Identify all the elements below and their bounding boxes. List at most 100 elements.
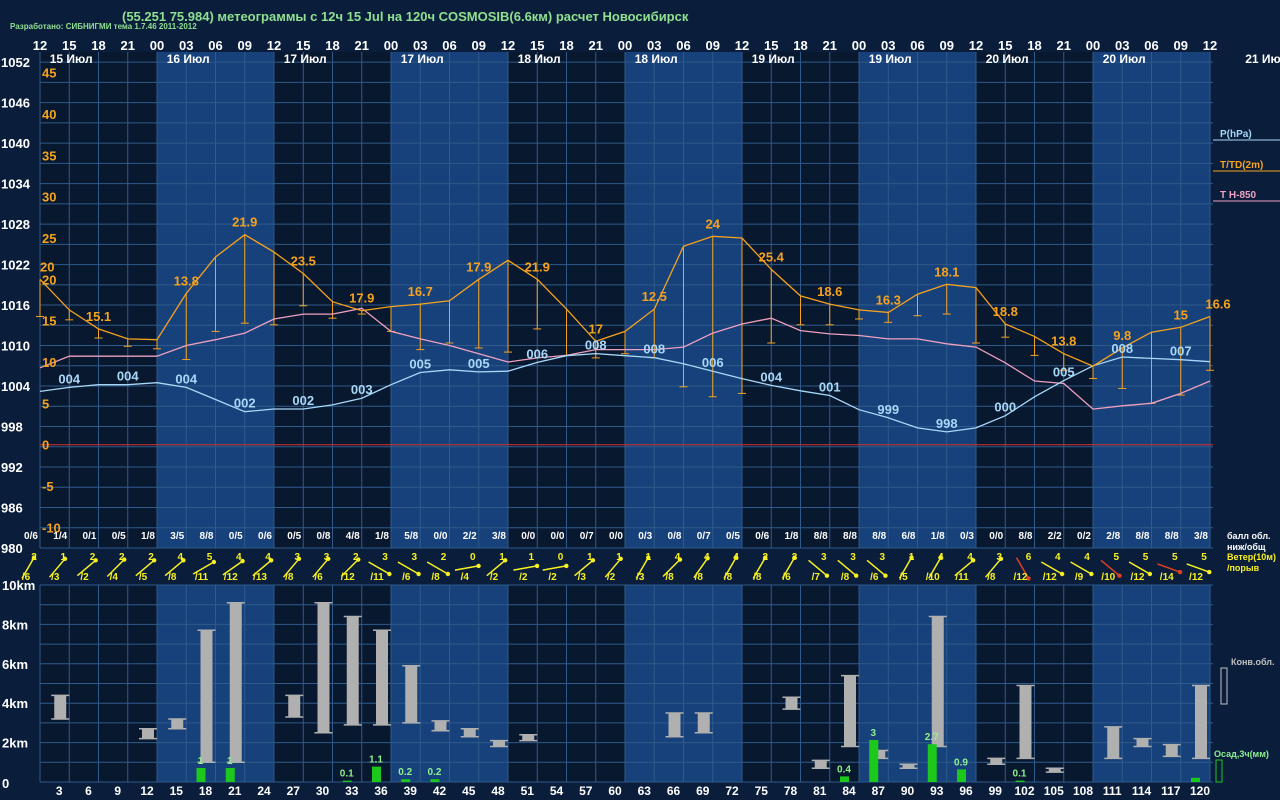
wind-gust-value: /8 bbox=[987, 572, 996, 583]
legend-entry: T H-850 bbox=[1220, 190, 1257, 201]
wind-speed-value: 0 bbox=[470, 552, 476, 563]
hour-tick-label: 09 bbox=[706, 38, 720, 53]
wind-speed-value: 1 bbox=[645, 552, 651, 563]
hour-tick-label: 06 bbox=[910, 38, 924, 53]
wind-gust-value: /8 bbox=[285, 572, 294, 583]
pressure-tick-label: 992 bbox=[1, 460, 23, 475]
wind-gust-value: /11 bbox=[370, 572, 384, 583]
precip-value-label: 0.1 bbox=[340, 769, 354, 780]
hour-axis-label: 90 bbox=[901, 784, 915, 798]
date-label: 18 Июл bbox=[635, 52, 678, 66]
wind-speed-value: 4 bbox=[265, 552, 271, 563]
hour-axis-label: 39 bbox=[404, 784, 418, 798]
wind-gust-value: /2 bbox=[80, 572, 89, 583]
date-label: 18 Июл bbox=[518, 52, 561, 66]
page-title: (55.251 75.984) метеограммы с 12ч 15 Jul… bbox=[122, 9, 689, 24]
wind-speed-value: 1 bbox=[909, 552, 915, 563]
wind-speed-value: 3 bbox=[879, 552, 885, 563]
temperature-value-label: 18.1 bbox=[934, 264, 959, 279]
convective-cloud-bar bbox=[493, 740, 505, 747]
temperature-value-label: 17.9 bbox=[349, 291, 374, 306]
temperature-value-label: 13.8 bbox=[174, 273, 199, 288]
hour-tick-label: 03 bbox=[179, 38, 193, 53]
height-tick-label: 2km bbox=[2, 736, 28, 751]
legend-entry: P(hPa) bbox=[1220, 129, 1252, 140]
meteogram-canvas: 12 15 18 21 00 03 06 09 12 15 18 21 00 03 06 09 12 15 18 21… bbox=[0, 0, 1280, 800]
pressure-value-label: 998 bbox=[936, 416, 958, 431]
hour-tick-label: 12 bbox=[33, 38, 47, 53]
pressure-value-label: 003 bbox=[351, 382, 373, 397]
cloud-cover-value: 8/8 bbox=[1019, 531, 1033, 542]
wind-gust-value: /12 bbox=[1189, 572, 1203, 583]
cloud-cover-value: 0/6 bbox=[24, 531, 38, 542]
pressure-value-label: 002 bbox=[292, 393, 314, 408]
date-label: 19 Июл bbox=[869, 52, 912, 66]
temperature-value-label: 17 bbox=[589, 321, 603, 336]
convective-cloud-bar bbox=[844, 675, 856, 747]
hour-axis-label: 12 bbox=[140, 784, 154, 798]
temperature-value-label: 17.9 bbox=[466, 259, 491, 274]
wind-gust-value: /8 bbox=[431, 572, 440, 583]
wind-gust-value: /12 bbox=[341, 572, 355, 583]
hour-tick-label: 18 bbox=[559, 38, 573, 53]
cloud-cover-value: 8/8 bbox=[872, 531, 886, 542]
hour-axis-label: 81 bbox=[813, 784, 827, 798]
wind-speed-value: 1 bbox=[499, 552, 505, 563]
wind-speed-value: 3 bbox=[792, 552, 798, 563]
cloud-cover-label: ниж/общ bbox=[1227, 542, 1266, 552]
pressure-value-label: 002 bbox=[234, 396, 256, 411]
cloud-cover-value: 0/0 bbox=[989, 531, 1003, 542]
wind-speed-value: 4 bbox=[675, 552, 681, 563]
hour-tick-label: 00 bbox=[150, 38, 164, 53]
hour-tick-label: 00 bbox=[618, 38, 632, 53]
pressure-tick-label: 1028 bbox=[1, 217, 30, 232]
pressure-tick-label: 1034 bbox=[1, 177, 31, 192]
cloud-cover-value: 0/5 bbox=[112, 531, 126, 542]
wind-speed-value: 2 bbox=[148, 552, 154, 563]
pressure-tick-label: 1016 bbox=[1, 298, 30, 313]
precip-bar bbox=[196, 768, 206, 782]
hour-axis-label: 72 bbox=[725, 784, 739, 798]
convective-cloud-bar bbox=[931, 616, 944, 747]
hour-tick-label: 12 bbox=[1203, 38, 1217, 53]
precip-value-label: 1 bbox=[198, 756, 204, 767]
wind-gust-value: /2 bbox=[607, 572, 616, 583]
cloud-cover-value: 0/8 bbox=[668, 531, 682, 542]
wind-gust-value: /8 bbox=[695, 572, 704, 583]
hour-axis-label: 45 bbox=[462, 784, 476, 798]
hour-tick-label: 18 bbox=[793, 38, 807, 53]
wind-arrow-head bbox=[853, 573, 859, 578]
convective-cloud-bar bbox=[785, 697, 798, 710]
wind-speed-value: 0 bbox=[558, 552, 564, 563]
temperature-value-label: 16.6 bbox=[1205, 297, 1230, 312]
wind-arrow-head bbox=[387, 571, 392, 577]
precip-value-label: 0.2 bbox=[428, 767, 442, 778]
precip-value-label: 3 bbox=[870, 728, 876, 739]
wind-arrow-head bbox=[211, 559, 217, 565]
pressure-value-label: 005 bbox=[1053, 365, 1075, 380]
precip-value-label: 0.4 bbox=[837, 764, 851, 775]
wind-speed-value: 2 bbox=[119, 552, 125, 563]
wind-gust-value: /8 bbox=[168, 572, 177, 583]
cloud-cover-value: 3/8 bbox=[492, 531, 506, 542]
hour-tick-label: 12 bbox=[735, 38, 749, 53]
hour-axis-label: 42 bbox=[433, 784, 447, 798]
hour-axis-label: 33 bbox=[345, 784, 359, 798]
hour-tick-label: 15 bbox=[998, 38, 1012, 53]
wind-speed-value: 2 bbox=[90, 552, 96, 563]
cloud-cover-value: 2/2 bbox=[463, 531, 477, 542]
hour-axis-label: 75 bbox=[755, 784, 769, 798]
hour-tick-label: 06 bbox=[442, 38, 456, 53]
cloud-cover-value: 0/7 bbox=[697, 531, 711, 542]
hour-tick-label: 21 bbox=[121, 38, 135, 53]
date-label: 15 Июл bbox=[50, 52, 93, 66]
precip-bar bbox=[225, 768, 235, 782]
hour-axis-label: 51 bbox=[521, 784, 535, 798]
pressure-tick-label: 1046 bbox=[1, 96, 30, 111]
pressure-value-label: 004 bbox=[760, 369, 782, 384]
cloud-cover-value: 0/6 bbox=[258, 531, 272, 542]
wind-gust-value: /2 bbox=[548, 572, 557, 583]
cloud-cover-value: 4/8 bbox=[346, 531, 360, 542]
pressure-value-label: 004 bbox=[175, 371, 197, 386]
convective-cloud-bar bbox=[200, 630, 213, 763]
